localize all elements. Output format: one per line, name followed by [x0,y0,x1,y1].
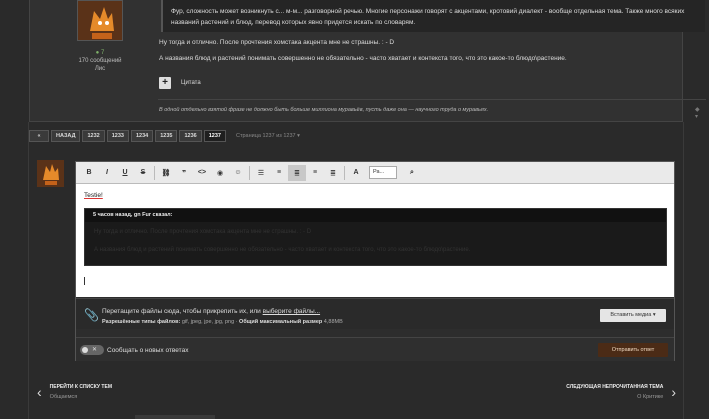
page-info-dropdown[interactable]: Страница 1237 из 1237 ▾ [236,133,300,139]
author-rank: Лис [94,66,106,72]
chevron-right-icon: › [671,384,676,400]
attachment-area[interactable]: 📎 Перетащите файлы сюда, чтобы прикрепит… [76,298,674,329]
numbered-list-icon[interactable]: ≡ [270,165,288,181]
align-center-icon[interactable]: ≡ [306,165,324,181]
bottom-strip [135,415,215,419]
quote-button-label: Цитата [181,80,201,86]
post-count: 170 сообщений [78,58,122,64]
signature-divider [158,99,706,100]
close-icon: ✕ [92,347,98,353]
page-button[interactable]: 1236 [179,130,202,142]
align-right-icon[interactable]: ≣ [324,165,342,181]
side-border-left [28,122,29,419]
reply-editor: B I U S ⛓ ❞ <> ◉ ☺ ☰ ≡ ≣ ≡ ≣ A Ра... ⌕ T… [75,161,675,361]
editor-quote[interactable]: 5 часов назад, gn Fur сказал: Ну тогда и… [84,208,667,266]
notify-toggle[interactable]: ✕ [80,345,104,355]
submit-reply-button[interactable]: Отправить ответ [598,343,668,357]
attach-text: Перетащите файлы сюда, чтобы прикрепить … [102,308,261,315]
post-author: ● 7 170 сообщений Лис [60,0,140,72]
page-button[interactable]: 1233 [106,130,129,142]
font-size-select[interactable]: Ра... [369,166,397,179]
text-caret [84,277,85,285]
attach-limits: Разрешённые типы файлов: gif, jpeg, jpe,… [102,319,343,325]
fox-avatar-icon [78,1,122,40]
bullet-list-icon[interactable]: ☰ [252,165,270,181]
preview-icon[interactable]: ⌕ [403,165,421,181]
chevron-left-icon: ‹ [37,384,42,400]
underline-button[interactable]: U [116,165,134,181]
align-left-icon[interactable]: ≣ [288,164,306,181]
quote-button[interactable]: + Цитата [159,77,201,89]
fox-avatar-icon [37,160,64,187]
code-icon[interactable]: <> [193,165,211,181]
next-topic-title: СЛЕДУЮЩАЯ НЕПРОЧИТАННАЯ ТЕМА [566,384,664,390]
notify-label: Сообщать о новых ответах [107,347,189,354]
max-size: 4,88MB [323,319,343,325]
toolbar-separator [154,165,155,180]
author-avatar[interactable] [77,0,123,41]
allowed-types: gif, jpeg, jpe, jpg, png [181,319,235,325]
plus-icon: + [159,77,171,89]
side-border-right [683,122,684,419]
post-signature: В одной отдельно взятой фразе не должно … [159,107,489,113]
prev-topic-link[interactable]: ‹ ПЕРЕЙТИ К СПИСКУ ТЕМ Общаемся [37,384,112,400]
prev-topic-text: ПЕРЕЙТИ К СПИСКУ ТЕМ Общаемся [50,384,112,400]
strike-button[interactable]: S [134,165,152,181]
post-block: ● 7 170 сообщений Лис Фур, сложность мож… [29,0,706,122]
editor-text: Testie! [84,192,103,199]
paperclip-icon: 📎 [84,308,99,322]
choose-files-link[interactable]: выберите файлы... [263,308,320,315]
back-page-button[interactable]: НАЗАД [51,130,81,142]
reputation-badge: ● 7 [95,50,105,56]
allowed-types-label: Разрешённые типы файлов: [102,319,181,325]
quote-icon[interactable]: ❞ [175,165,193,181]
reputation-value: 7 [100,50,105,56]
prev-topic-sub: Общаемся [49,394,78,400]
pagination: « НАЗАД 1232 1233 1234 1235 1236 1237 Ст… [29,130,300,142]
attach-instructions: Перетащите файлы сюда, чтобы прикрепить … [102,308,320,315]
reply-avatar [37,160,64,187]
italic-button[interactable]: I [98,165,116,181]
page-button[interactable]: 1234 [130,130,154,142]
page-button[interactable]: 1235 [155,130,178,142]
next-topic-link[interactable]: СЛЕДУЮЩАЯ НЕПРОЧИТАННАЯ ТЕМА О Критике › [566,384,676,400]
post-actions-icon[interactable]: ◆ ▾ [695,106,700,120]
text-color-icon[interactable]: A [347,165,365,181]
max-size-label: Общий максимальный размер [239,319,323,325]
editor-footer: ✕ Сообщать о новых ответах Отправить отв… [76,337,674,361]
quote-line: Ну тогда и отлично. После прочтения хомс… [94,229,312,235]
emoji-icon[interactable]: ☺ [229,165,247,181]
editor-content[interactable]: Testie! 5 часов назад, gn Fur сказал: Ну… [76,184,674,297]
next-topic-sub: О Критике [637,394,664,400]
prev-topic-title: ПЕРЕЙТИ К СПИСКУ ТЕМ [49,384,112,390]
editor-toolbar: B I U S ⛓ ❞ <> ◉ ☺ ☰ ≡ ≣ ≡ ≣ A Ра... ⌕ [76,162,674,184]
post-text-line: А названия блюд и растений понимать сове… [159,55,567,62]
spoiler-icon[interactable]: ◉ [211,165,229,181]
first-page-button[interactable]: « [29,130,49,142]
next-topic-text: СЛЕДУЮЩАЯ НЕПРОЧИТАННАЯ ТЕМА О Критике [566,384,663,400]
insert-media-button[interactable]: Вставить медиа ▾ [600,309,666,322]
post-quote: Фур, сложность может возникнуть с... м-м… [161,0,705,32]
toggle-knob [82,347,88,353]
quote-citation: 5 часов назад, gn Fur сказал: [85,209,666,222]
toolbar-separator [249,165,250,180]
link-icon[interactable]: ⛓ [157,165,175,181]
page-button[interactable]: 1232 [82,130,105,142]
toolbar-separator [344,165,345,180]
current-page-button[interactable]: 1237 [203,130,226,142]
post-text-line: Ну тогда и отлично. После прочтения хомс… [159,39,395,46]
bold-button[interactable]: B [80,165,98,181]
quote-line: А названия блюд и растений понимать сове… [94,247,471,253]
